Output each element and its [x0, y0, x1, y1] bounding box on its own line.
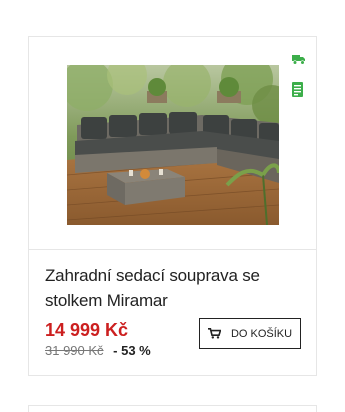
old-price: 31 990 Kč [45, 343, 104, 358]
stock-list-icon [292, 82, 303, 97]
current-price: 14 999 Kč [45, 320, 129, 340]
discount-badge: - 53 % [113, 343, 151, 358]
cart-icon [207, 328, 221, 339]
add-to-cart-label: DO KOŠÍKU [230, 327, 293, 340]
product-title[interactable]: Zahradní sedací souprava se stolkem Mira… [45, 263, 295, 313]
old-price-row: 31 990 Kč - 53 % [45, 343, 151, 359]
add-to-cart-button[interactable]: DO KOŠÍKU [199, 318, 301, 349]
product-listing: Zahradní sedací souprava se stolkem Mira… [0, 0, 345, 412]
card-divider [29, 249, 316, 250]
delivery-truck-icon [292, 55, 305, 65]
next-product-card [28, 405, 317, 412]
product-card[interactable]: Zahradní sedací souprava se stolkem Mira… [28, 36, 317, 376]
product-image[interactable] [67, 65, 279, 225]
